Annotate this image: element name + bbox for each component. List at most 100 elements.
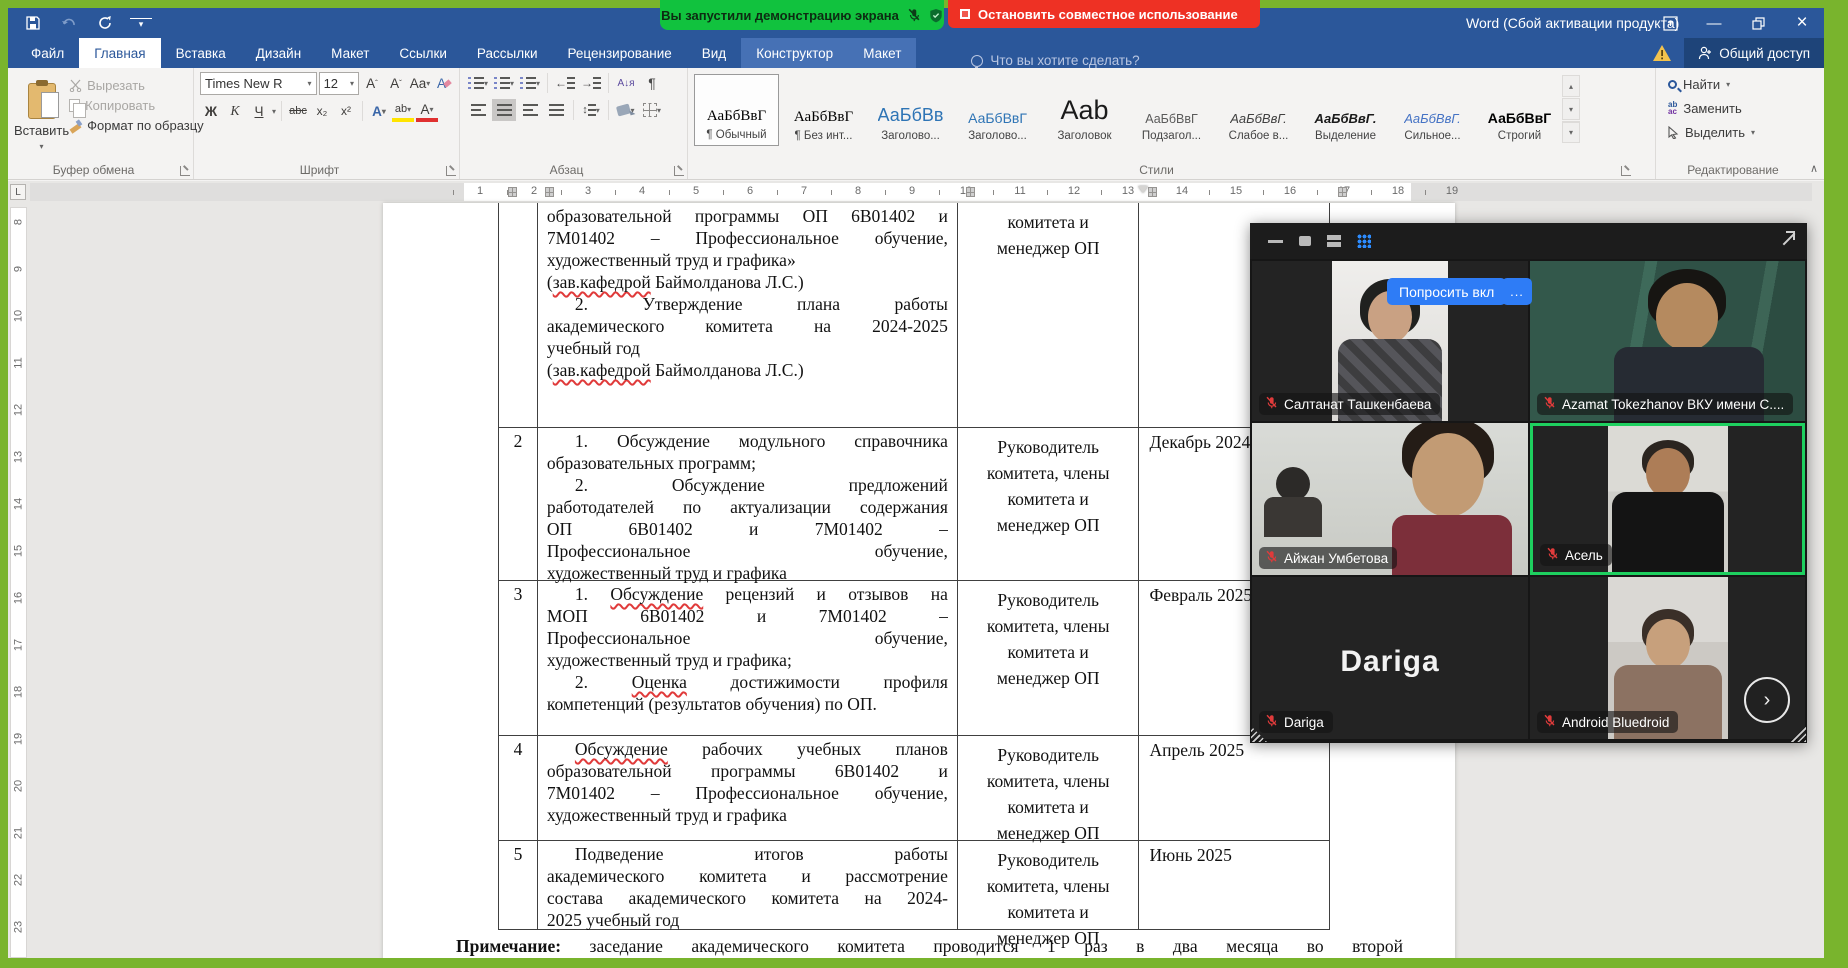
mic-muted-icon[interactable] (907, 8, 921, 22)
style-card[interactable]: Аab Заголовок (1042, 74, 1127, 146)
sort-button[interactable]: А↓я (614, 72, 638, 94)
expand-icon[interactable] (1779, 231, 1795, 247)
style-card[interactable]: АаБбВвГ Подзагол... (1129, 74, 1214, 146)
align-right-button[interactable] (518, 99, 542, 121)
style-card[interactable]: АаБбВвГ. Выделение (1303, 74, 1388, 146)
tab-главная[interactable]: Главная (79, 38, 160, 68)
style-card[interactable]: АаБбВвГ Заголово... (955, 74, 1040, 146)
undo-button[interactable] (58, 12, 80, 34)
activation-warning-icon[interactable] (1652, 44, 1672, 62)
table-cell-number[interactable]: 2 (499, 428, 538, 580)
select-button[interactable]: Выделить▾ (1668, 120, 1820, 144)
meeting-minimize-view-icon[interactable] (1268, 240, 1283, 243)
italic-button[interactable]: К (224, 100, 246, 122)
styles-scroll-up-button[interactable]: ▴ (1562, 75, 1580, 97)
paste-button[interactable]: Вставить ▾ (14, 72, 69, 161)
tab-дизайн[interactable]: Дизайн (241, 38, 316, 68)
shrink-font-button[interactable]: Аˇ (385, 73, 407, 95)
table-cell-description[interactable]: 1. Обсуждение рецензий и отзывов наМОП 6… (538, 581, 958, 735)
show-marks-button[interactable]: ¶ (640, 72, 664, 94)
bullets-button[interactable]: ▾ (466, 72, 490, 94)
table-cell-description[interactable]: 1. Обсуждение модульного справочникаобра… (538, 428, 958, 580)
speaker-view-icon[interactable] (1299, 236, 1311, 246)
vertical-ruler[interactable]: 89101112131415161718192021222324 (10, 207, 27, 958)
text-effects-button[interactable]: А▾ (368, 100, 390, 122)
numbering-button[interactable]: ▾ (492, 72, 516, 94)
tab-вставка[interactable]: Вставка (161, 38, 241, 68)
font-color-button[interactable]: А▾ (416, 100, 438, 122)
font-dialog-launcher[interactable] (446, 166, 456, 176)
decrease-indent-button[interactable]: ← (553, 72, 577, 94)
table-cell-number[interactable]: 4 (499, 736, 538, 840)
style-card[interactable]: АаБбВвГ ¶ Без инт... (781, 74, 866, 146)
cut-button[interactable]: Вырезать (69, 78, 204, 93)
participant-tile-3[interactable]: Айжан Умбетова (1252, 423, 1528, 575)
subscript-button[interactable]: x₂ (311, 100, 333, 122)
tab-рецензирование[interactable]: Рецензирование (553, 38, 687, 68)
clear-formatting-button[interactable]: A (433, 73, 455, 95)
stack-view-icon[interactable] (1327, 235, 1341, 247)
ask-to-unmute-button[interactable]: Попросить вкл (1387, 278, 1506, 305)
tab-рассылки[interactable]: Рассылки (462, 38, 553, 68)
table-cell-number[interactable]: 5 (499, 841, 538, 929)
tell-me-box[interactable]: Что вы хотите сделать? (971, 53, 1139, 68)
customize-quick-access-button[interactable]: ▾ (130, 18, 152, 28)
replace-button[interactable]: abac Заменить (1668, 96, 1820, 120)
styles-dialog-launcher[interactable] (1621, 166, 1631, 176)
table-cell-description[interactable]: образовательной программы ОП 6В01402 и7М… (538, 203, 958, 427)
table-cell-responsible[interactable]: Руководителькомитета, членыкомитета имен… (958, 736, 1140, 840)
tab-конструктор[interactable]: Конструктор (741, 38, 848, 68)
table-cell-date[interactable]: Июнь 2025 (1139, 841, 1329, 929)
table-cell-description[interactable]: Подведение итогов работыакадемического к… (538, 841, 958, 929)
tab-макет[interactable]: Макет (848, 38, 916, 68)
multilevel-list-button[interactable]: ▾ (518, 72, 542, 94)
find-button[interactable]: Найти▾ (1668, 72, 1820, 96)
gallery-view-icon[interactable] (1357, 234, 1371, 248)
style-card[interactable]: АаБбВвГ ¶ Обычный (694, 74, 779, 146)
superscript-button[interactable]: x² (335, 100, 357, 122)
change-case-button[interactable]: Aa▾ (409, 73, 431, 95)
underline-button[interactable]: Ч (248, 100, 270, 122)
grow-font-button[interactable]: Аˆ (361, 73, 383, 95)
font-name-combo[interactable]: Times New R▾ (200, 72, 317, 95)
bold-button[interactable]: Ж (200, 100, 222, 122)
stop-share-button[interactable]: Остановить совместное использование (948, 0, 1260, 28)
restore-button[interactable] (1736, 8, 1780, 38)
style-card[interactable]: АаБбВвГ Строгий (1477, 74, 1562, 146)
style-card[interactable]: АаБбВвГ. Слабое в... (1216, 74, 1301, 146)
participant-tile-2[interactable]: Azamat Tokezhanov ВКУ имени С.... (1530, 261, 1805, 421)
table-cell-responsible[interactable]: Руководителькомитета, членыкомитета имен… (958, 581, 1140, 735)
copy-button[interactable]: Копировать (69, 98, 204, 113)
font-size-combo[interactable]: 12▾ (319, 72, 359, 95)
style-card[interactable]: АаБбВв Заголово... (868, 74, 953, 146)
participant-tile-4[interactable]: Асель (1530, 423, 1805, 575)
table-cell-responsible[interactable]: комитета именеджер ОП (958, 203, 1140, 427)
paragraph-dialog-launcher[interactable] (674, 166, 684, 176)
tab-макет[interactable]: Макет (316, 38, 384, 68)
table-cell-number[interactable] (499, 203, 538, 427)
close-button[interactable]: × (1780, 8, 1824, 38)
justify-button[interactable] (544, 99, 568, 121)
more-options-button[interactable]: ... (1502, 278, 1532, 305)
clipboard-dialog-launcher[interactable] (180, 166, 190, 176)
participant-tile-5[interactable]: Dariga Dariga (1252, 577, 1528, 739)
styles-scroll-down-button[interactable]: ▾ (1562, 98, 1580, 120)
table-cell-responsible[interactable]: Руководителькомитета, членыкомитета имен… (958, 428, 1140, 580)
collapse-ribbon-button[interactable]: ∧ (1810, 162, 1818, 175)
line-spacing-button[interactable]: ↕▾ (579, 99, 603, 121)
borders-button[interactable]: ▾ (640, 99, 664, 121)
highlight-button[interactable]: ab▾ (392, 100, 414, 122)
shading-button[interactable]: ▾ (614, 99, 638, 121)
doc-note[interactable]: Примечание: заседание академического ком… (456, 934, 1403, 958)
increase-indent-button[interactable]: → (579, 72, 603, 94)
horizontal-ruler[interactable]: 12345678910111213141516171819 (30, 183, 1812, 201)
table-cell-number[interactable]: 3 (499, 581, 538, 735)
table-cell-description[interactable]: Обсуждение рабочих учебных плановобразов… (538, 736, 958, 840)
meeting-window[interactable]: Салтанат Ташкенбаева Azamat Tokezhanov В… (1250, 223, 1807, 743)
strikethrough-button[interactable]: abc (287, 100, 309, 122)
table-cell-responsible[interactable]: Руководителькомитета, членыкомитета имен… (958, 841, 1140, 929)
share-button[interactable]: Общий доступ (1684, 38, 1824, 68)
tab-вид[interactable]: Вид (687, 38, 741, 68)
minimize-button[interactable]: — (1692, 8, 1736, 38)
styles-expand-button[interactable]: ▾ (1562, 121, 1580, 143)
